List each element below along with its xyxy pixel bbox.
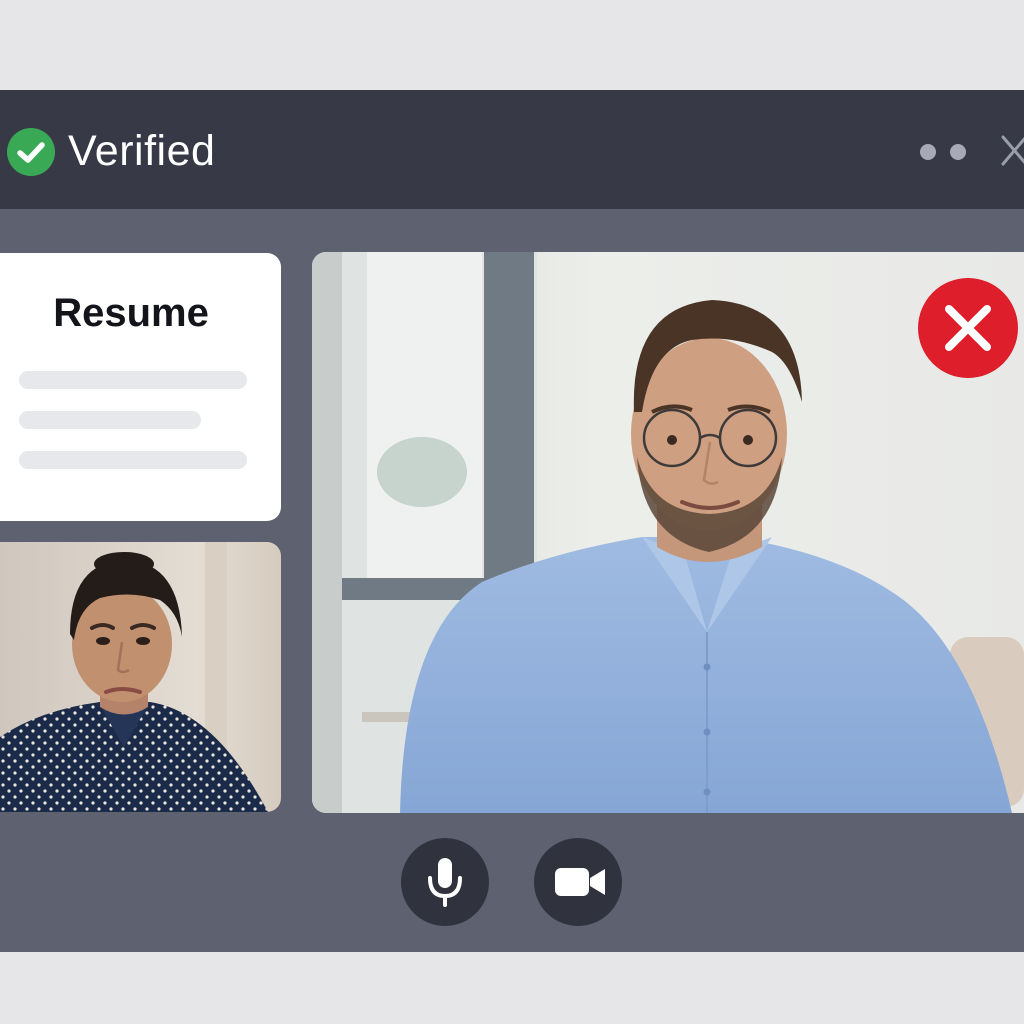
check-circle-icon: [7, 128, 55, 176]
video-camera-icon: [555, 868, 605, 896]
close-icon[interactable]: [998, 132, 1024, 172]
camera-button[interactable]: [534, 838, 622, 926]
verified-status-title: Verified: [68, 127, 216, 175]
video-call-window: Verified Resume: [0, 90, 1024, 952]
microphone-button[interactable]: [401, 838, 489, 926]
self-video-feed: [0, 542, 281, 812]
reject-x-icon[interactable]: [918, 278, 1018, 378]
microphone-icon: [428, 858, 462, 907]
resume-text-line: [19, 411, 201, 429]
resume-text-line: [19, 451, 247, 469]
more-options-icon[interactable]: [918, 142, 968, 162]
title-bar: Verified: [0, 90, 1024, 209]
self-video-tile[interactable]: [0, 542, 281, 812]
resume-text-line: [19, 371, 247, 389]
resume-title: Resume: [53, 291, 209, 335]
resume-card[interactable]: Resume: [0, 253, 281, 521]
